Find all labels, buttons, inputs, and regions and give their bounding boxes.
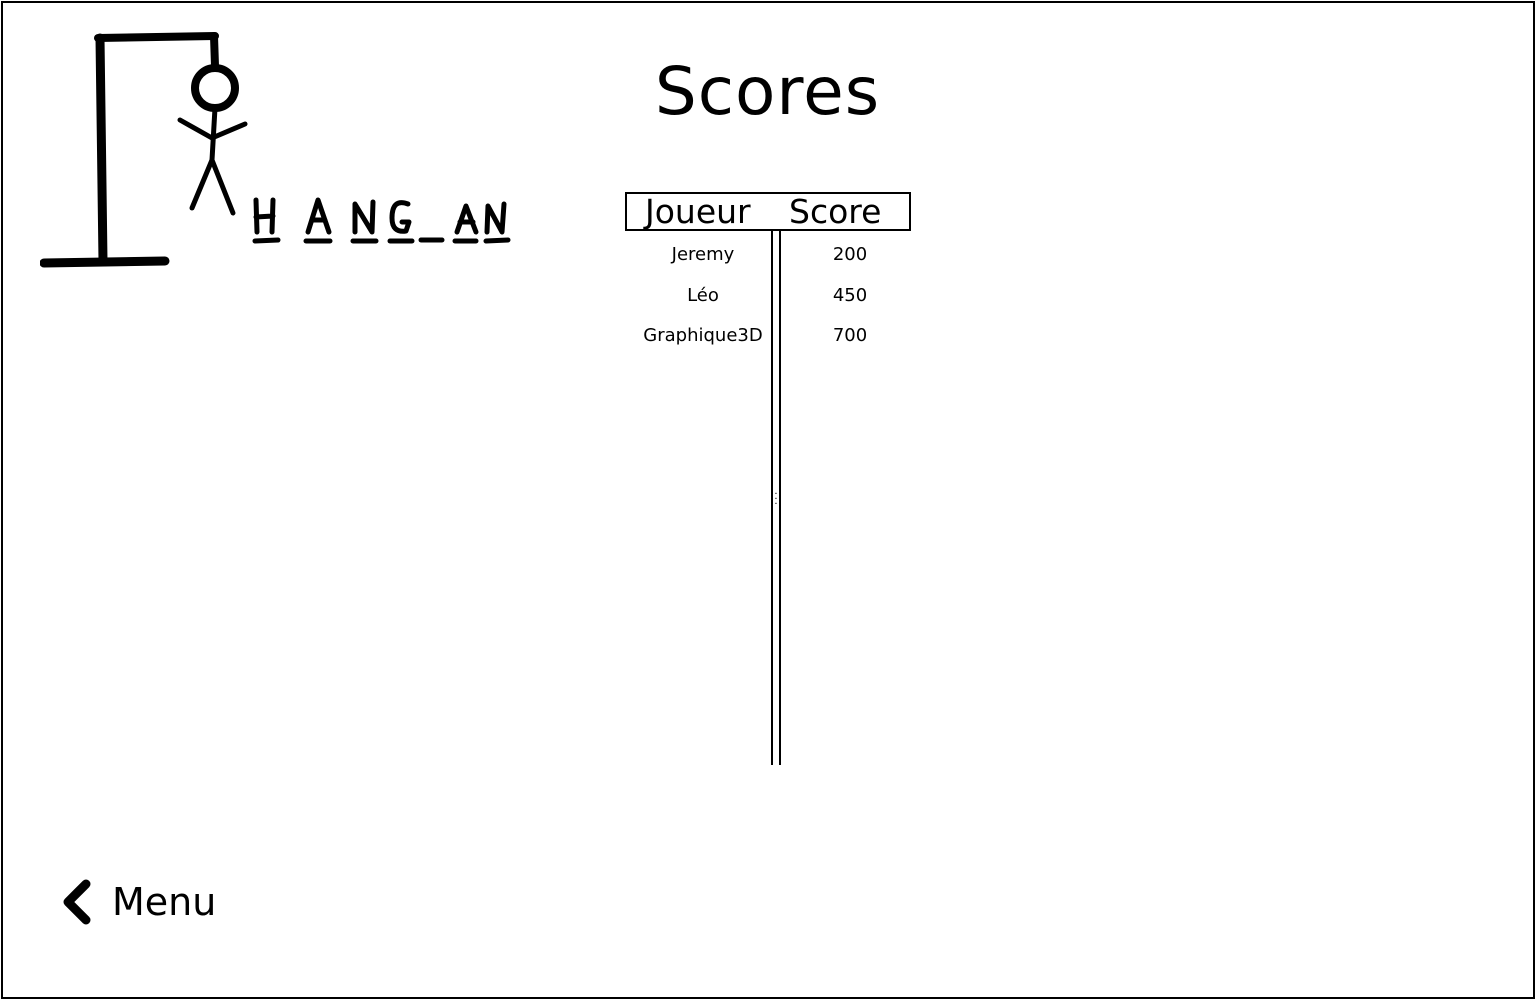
score-cell: 700 xyxy=(832,325,868,346)
scores-table-header: Joueur Score xyxy=(625,192,911,231)
chevron-left-icon xyxy=(58,878,94,926)
table-row[interactable]: Léo 450 xyxy=(630,281,930,322)
table-row[interactable]: Jeremy 200 xyxy=(630,240,930,281)
score-cell: 200 xyxy=(832,244,868,265)
resize-grip-icon[interactable]: · · · xyxy=(773,490,779,510)
table-row[interactable]: Graphique3D 700 xyxy=(630,321,930,362)
hangman-logo xyxy=(39,28,520,273)
menu-back-label: Menu xyxy=(112,880,217,924)
hangman-drawing-icon xyxy=(39,32,511,268)
column-header-player[interactable]: Joueur xyxy=(645,194,751,229)
menu-back-button[interactable]: Menu xyxy=(58,872,216,932)
player-name-cell: Graphique3D xyxy=(643,325,763,346)
player-name-cell: Léo xyxy=(687,284,719,306)
page-title: Scores xyxy=(654,53,881,130)
scores-table-body: Jeremy 200 Léo 450 Graphique3D 700 xyxy=(630,240,930,362)
column-header-score[interactable]: Score xyxy=(789,194,881,229)
score-cell: 450 xyxy=(832,284,868,306)
player-name-cell: Jeremy xyxy=(671,244,735,265)
